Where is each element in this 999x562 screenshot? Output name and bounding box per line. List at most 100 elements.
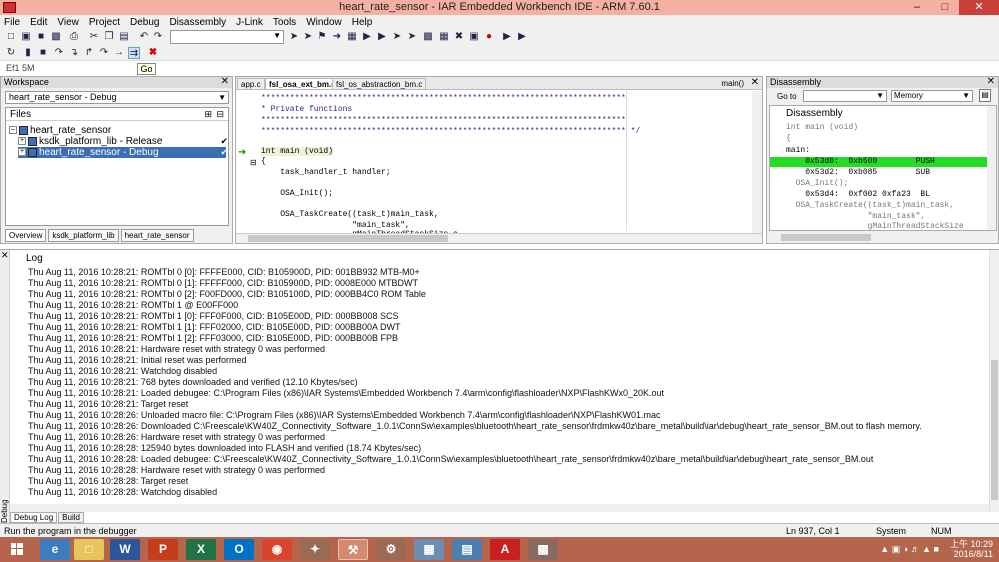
expand-icon[interactable]: + — [18, 137, 26, 146]
menu-window[interactable]: Window — [306, 17, 342, 28]
goto-icon[interactable]: ➜ — [331, 31, 343, 43]
app-icon[interactable] — [3, 2, 16, 13]
step-over-icon[interactable]: ↷ — [53, 47, 65, 59]
make-icon[interactable]: ▦ — [438, 31, 450, 43]
menu-tools[interactable]: Tools — [273, 17, 296, 28]
settings-icon[interactable]: ⊞ — [204, 108, 212, 121]
copy-icon[interactable]: ❐ — [103, 31, 115, 43]
tab-heart-rate-sensor[interactable]: heart_rate_sensor — [120, 229, 194, 242]
editor-close-icon[interactable]: ✕ — [751, 77, 759, 88]
maximize-button[interactable]: □ — [931, 0, 959, 15]
app-icon-4[interactable]: ▩ — [528, 539, 558, 560]
disassembly-horizontal-scrollbar[interactable] — [769, 233, 997, 242]
new-file-icon[interactable]: □ — [5, 31, 17, 43]
ie-icon[interactable]: e — [40, 539, 70, 560]
chrome-icon[interactable]: ◉ — [262, 539, 292, 560]
collapse-icon[interactable]: – — [9, 126, 17, 135]
log-horizontal-scrollbar[interactable] — [10, 504, 989, 512]
toggle-bookmark-icon[interactable]: ➤ — [391, 31, 403, 43]
print-icon[interactable]: ⎙ — [68, 31, 80, 43]
minimize-button[interactable]: – — [903, 0, 931, 15]
debug-no-download-icon[interactable]: ▶ — [516, 31, 528, 43]
start-button[interactable] — [2, 539, 32, 560]
scroll-thumb[interactable] — [991, 360, 998, 500]
tree-item-heart-rate-sensor[interactable]: + heart_rate_sensor - Debug ✔ — [18, 147, 228, 158]
outlook-icon[interactable]: O — [224, 539, 254, 560]
tab-build[interactable]: Build — [58, 512, 84, 523]
columns-icon[interactable]: ⊟ — [216, 108, 224, 121]
breakpoint-toggle-icon[interactable]: ▣ — [468, 31, 480, 43]
find-next-icon[interactable]: ➤ — [302, 31, 314, 43]
navigate-back-icon[interactable]: ▶ — [361, 31, 373, 43]
tab-fsl-osa-ext-bm-c[interactable]: fsl_osa_ext_bm.c — [265, 78, 340, 90]
run-to-cursor-icon[interactable]: → — [113, 47, 125, 59]
next-bookmark-icon[interactable]: ➤ — [406, 31, 418, 43]
workspace-close-icon[interactable]: ✕ — [221, 76, 229, 87]
expand-icon[interactable]: + — [18, 148, 26, 157]
editor-horizontal-scrollbar[interactable] — [236, 233, 762, 243]
menu-edit[interactable]: Edit — [30, 17, 47, 28]
scroll-thumb[interactable] — [781, 234, 871, 241]
disassembly-scrollbar[interactable] — [987, 106, 996, 230]
log-close-icon[interactable]: ✕ — [1, 250, 9, 261]
break-icon[interactable]: ▮ — [22, 47, 34, 59]
goto-input[interactable]: ▼ — [803, 90, 887, 102]
compile-icon[interactable]: ▩ — [422, 31, 434, 43]
word-icon[interactable]: W — [110, 539, 140, 560]
menu-debug[interactable]: Debug — [130, 17, 159, 28]
editor-vertical-scrollbar[interactable] — [752, 91, 762, 233]
tab-ksdk-platform-lib[interactable]: ksdk_platform_lib — [48, 229, 119, 242]
download-debug-icon[interactable]: ▶ — [501, 31, 513, 43]
pause-icon[interactable]: ■ — [37, 47, 49, 59]
app-icon-1[interactable]: ✦ — [300, 539, 330, 560]
find-icon[interactable]: ➤ — [288, 31, 300, 43]
close-button[interactable]: ✕ — [959, 0, 999, 15]
function-navigator[interactable]: main() — [721, 78, 744, 89]
bookmark-icon[interactable]: ▦ — [346, 31, 358, 43]
menu-project[interactable]: Project — [89, 17, 120, 28]
menu-file[interactable]: File — [4, 17, 20, 28]
scroll-thumb[interactable] — [248, 235, 448, 242]
save-icon[interactable]: ■ — [35, 31, 47, 43]
remote-desktop-icon[interactable]: ▦ — [414, 539, 444, 560]
excel-icon[interactable]: X — [186, 539, 216, 560]
acrobat-icon[interactable]: A — [490, 539, 520, 560]
reset-icon[interactable]: ↻ — [5, 47, 17, 59]
paste-icon[interactable]: ▤ — [118, 31, 130, 43]
breakpoint-icon[interactable]: ● — [483, 31, 495, 43]
navigate-forward-icon[interactable]: ▶ — [376, 31, 388, 43]
tree-item-workspace[interactable]: – heart_rate_sensor — [9, 125, 111, 136]
cut-icon[interactable]: ✂ — [88, 31, 100, 43]
configuration-select[interactable]: heart_rate_sensor - Debug ▼ — [5, 91, 229, 104]
open-folder-icon[interactable]: ▣ — [20, 31, 32, 43]
app-icon-2[interactable]: ⚙ — [376, 539, 406, 560]
stop-debugging-icon[interactable]: ✖ — [147, 47, 159, 59]
menu-disassembly[interactable]: Disassembly — [169, 17, 226, 28]
menu-help[interactable]: Help — [352, 17, 373, 28]
memory-select[interactable]: Memory ▼ — [891, 90, 973, 102]
tab-app-c[interactable]: app.c — [237, 78, 265, 90]
save-all-icon[interactable]: ▩ — [50, 31, 62, 43]
find-in-files-icon[interactable]: ⚑ — [316, 31, 328, 43]
tab-overview[interactable]: Overview — [5, 229, 47, 242]
tab-debug-log[interactable]: Debug Log — [10, 512, 58, 523]
app-icon-3[interactable]: ▤ — [452, 539, 482, 560]
disassembly-close-icon[interactable]: ✕ — [987, 76, 995, 87]
menu-view[interactable]: View — [57, 17, 79, 28]
menu-jlink[interactable]: J-Link — [236, 17, 263, 28]
powerpoint-icon[interactable]: P — [148, 539, 178, 560]
step-out-icon[interactable]: ↱ — [83, 47, 95, 59]
iar-icon[interactable]: ⚒ — [338, 539, 368, 560]
fold-icon[interactable]: ⊟ — [250, 158, 257, 167]
tab-fsl-os-abstraction-bm-c[interactable]: fsl_os_abstraction_bm.c — [332, 78, 427, 90]
step-into-icon[interactable]: ↴ — [68, 47, 80, 59]
log-vertical-scrollbar[interactable] — [989, 250, 999, 512]
explorer-icon[interactable]: □ — [74, 539, 104, 560]
clock[interactable]: 上午 10:29 2016/8/11 — [950, 539, 993, 559]
system-tray[interactable]: ▲ ▣ ◑ ♬ ▲ ■ — [880, 544, 939, 555]
go-icon[interactable]: ⇉ — [128, 47, 140, 59]
next-statement-icon[interactable]: ↷ — [98, 47, 110, 59]
find-combo[interactable]: ▼ — [170, 30, 284, 44]
options-icon[interactable]: ▤ — [979, 89, 991, 102]
stop-build-icon[interactable]: ✖ — [453, 31, 465, 43]
